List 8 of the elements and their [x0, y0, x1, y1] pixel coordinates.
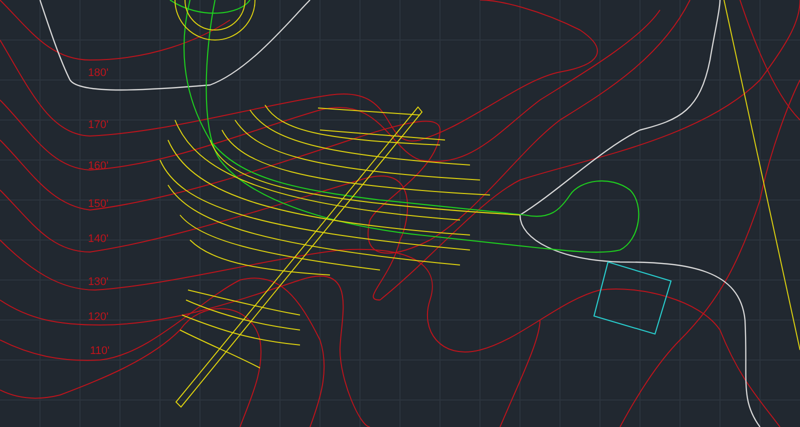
elevation-label: 160'	[88, 161, 108, 172]
elevation-label: 110'	[90, 346, 110, 357]
elevation-label: 170'	[88, 120, 108, 131]
elevation-label: 180'	[88, 68, 108, 79]
elevation-label: 130'	[88, 277, 108, 288]
elevation-label: 150'	[88, 199, 108, 210]
elevation-label: 140'	[88, 234, 108, 245]
elevation-label: 120'	[88, 312, 108, 323]
